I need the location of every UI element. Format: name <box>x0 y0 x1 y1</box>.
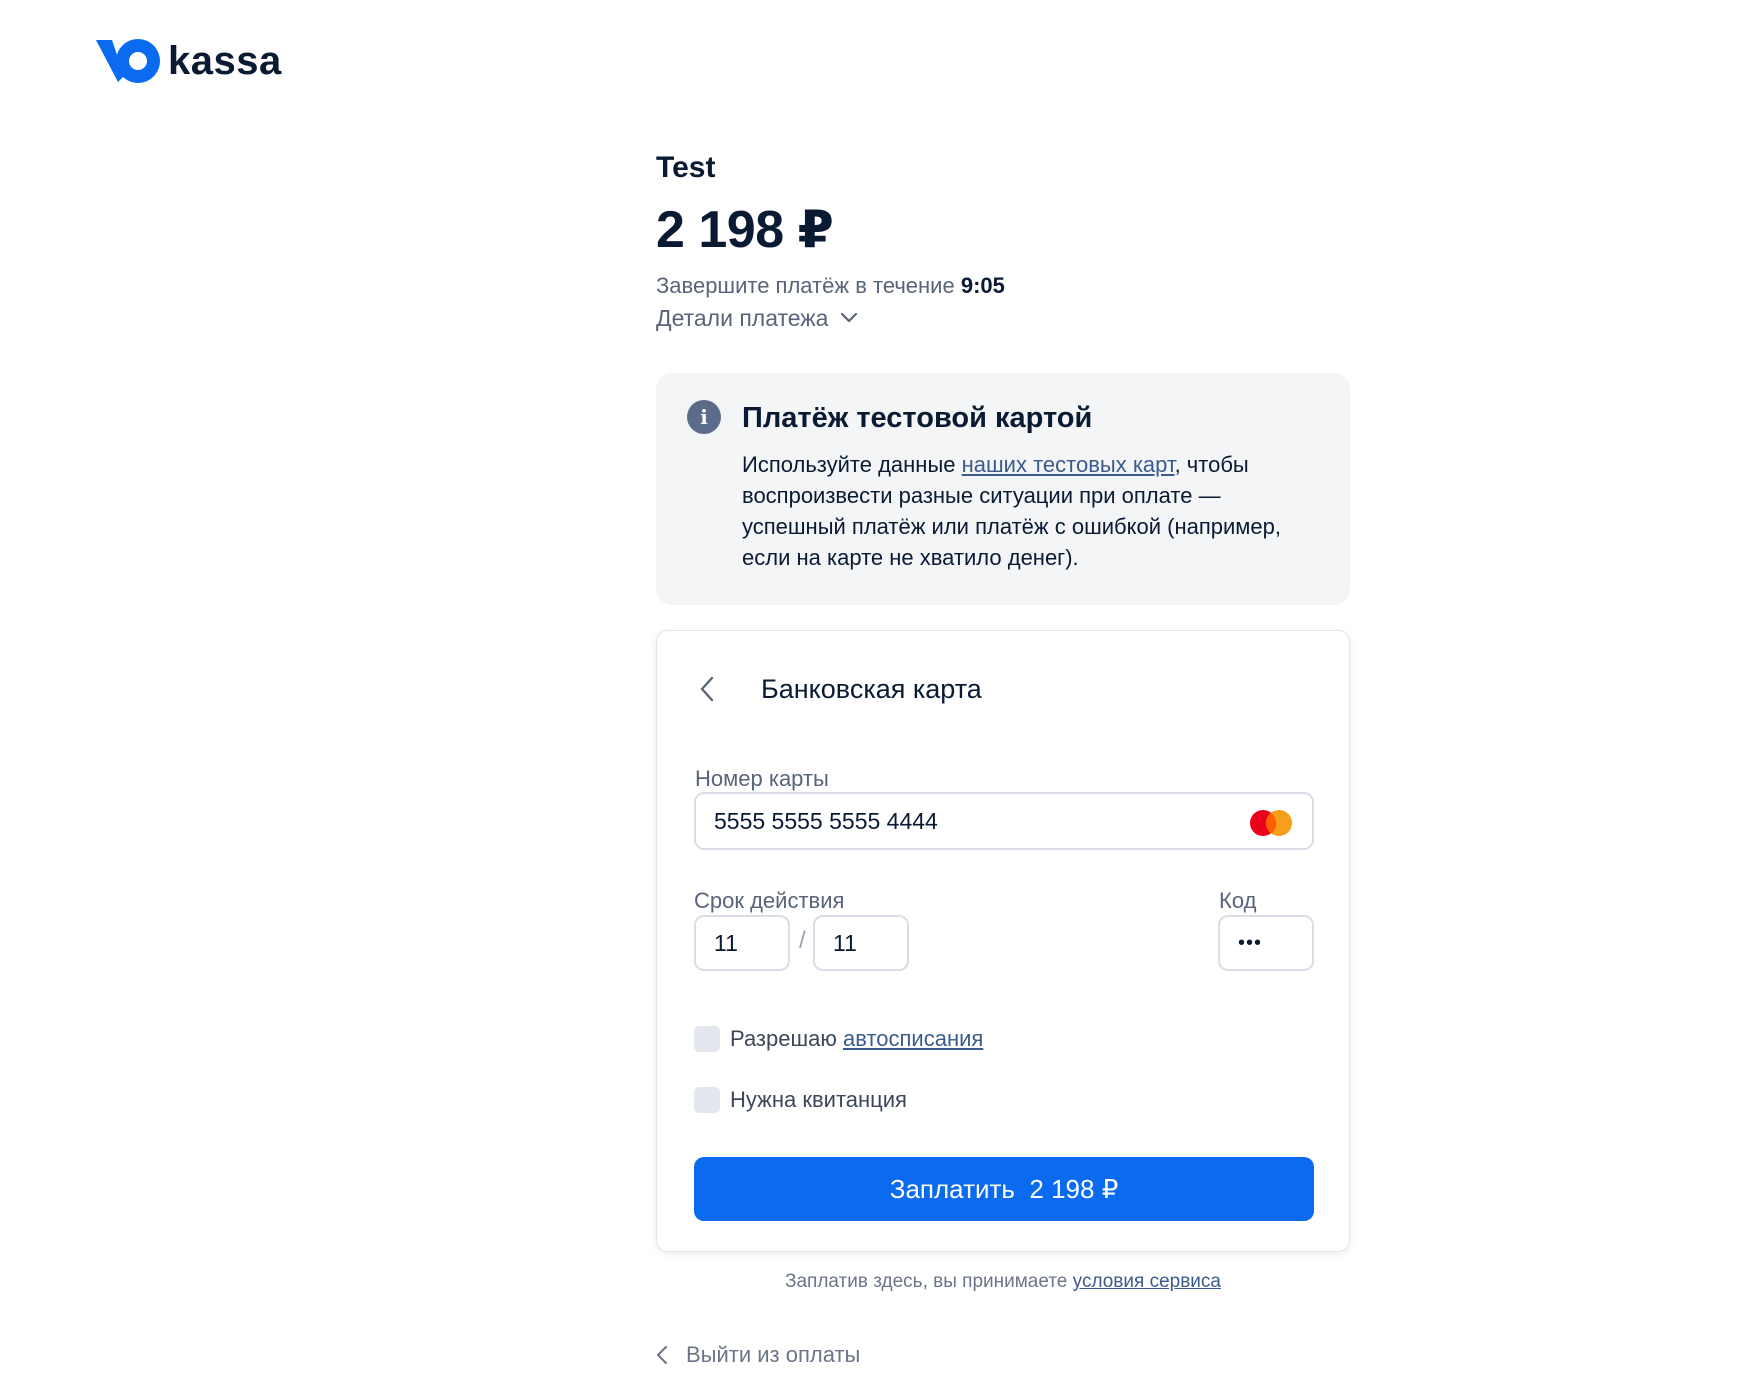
pay-button-label: Заплатить 2 198 ₽ <box>889 1173 1119 1204</box>
autopay-checkbox-row[interactable]: Разрешаю автосписания <box>694 1026 983 1052</box>
receipt-checkbox-row[interactable]: Нужна квитанция <box>694 1087 907 1113</box>
merchant-name: Test <box>656 151 716 184</box>
card-form-title: Банковская карта <box>761 674 982 704</box>
exit-label: Выйти из оплаты <box>686 1342 861 1367</box>
exit-payment-link[interactable]: Выйти из оплаты <box>656 1342 860 1368</box>
expiry-label: Срок действия <box>694 888 845 913</box>
receipt-label: Нужна квитанция <box>730 1087 907 1112</box>
kassa-logo[interactable]: kassa <box>96 36 282 86</box>
back-button[interactable] <box>699 669 727 709</box>
yookassa-logo-icon <box>96 39 160 83</box>
notice-title: Платёж тестовой картой <box>742 402 1093 434</box>
autopay-checkbox[interactable] <box>694 1026 720 1052</box>
logo-text: kassa <box>168 38 282 83</box>
test-card-notice: i Платёж тестовой картой Используйте дан… <box>656 373 1350 605</box>
terms-notice: Заплатив здесь, вы принимаете условия се… <box>656 1270 1350 1294</box>
info-icon: i <box>687 400 721 434</box>
cvc-value: ••• <box>1238 931 1263 954</box>
timer-prefix: Завершите платёж в течение <box>656 273 955 298</box>
pay-button[interactable]: Заплатить 2 198 ₽ <box>694 1157 1314 1221</box>
test-cards-link[interactable]: наших тестовых карт <box>962 452 1175 477</box>
expiry-separator: / <box>799 927 806 954</box>
terms-link[interactable]: условия сервиса <box>1073 1271 1221 1292</box>
chevron-left-icon <box>700 676 714 702</box>
payment-timer: Завершите платёж в течение 9:05 <box>656 272 1350 300</box>
expiry-year-value: 11 <box>833 929 857 956</box>
receipt-checkbox[interactable] <box>694 1087 720 1113</box>
notice-text: Используйте данные наших тестовых карт, … <box>742 449 1322 573</box>
expiry-month-input[interactable]: 11 <box>694 915 790 971</box>
bank-card-form: Банковская карта Номер карты 5555 5555 5… <box>656 630 1350 1252</box>
autopay-link[interactable]: автосписания <box>843 1026 983 1052</box>
card-number-value: 5555 5555 5555 4444 <box>714 807 938 834</box>
expiry-month-value: 11 <box>714 929 738 956</box>
cvc-label: Код <box>1219 888 1257 913</box>
details-label: Детали платежа <box>656 305 829 331</box>
autopay-label: Разрешаю <box>730 1026 837 1051</box>
chevron-left-icon <box>657 1346 667 1364</box>
order-summary: Test 2 198 ₽ Завершите платёж в течение … <box>656 150 1350 332</box>
notice-text-before: Используйте данные <box>742 452 956 477</box>
terms-text: Заплатив здесь, вы принимаете <box>784 1271 1068 1292</box>
cvc-input[interactable]: ••• <box>1218 915 1314 971</box>
card-form-header: Банковская карта <box>699 669 982 709</box>
payment-details-toggle[interactable]: Детали платежа <box>656 304 1350 332</box>
payment-amount: 2 198 ₽ <box>656 201 834 259</box>
card-number-label: Номер карты <box>695 766 829 791</box>
card-number-input[interactable]: 5555 5555 5555 4444 <box>694 792 1314 850</box>
mastercard-icon <box>1250 810 1292 836</box>
expiry-year-input[interactable]: 11 <box>813 915 909 971</box>
timer-value: 9:05 <box>960 273 1005 298</box>
chevron-down-icon <box>841 312 858 323</box>
